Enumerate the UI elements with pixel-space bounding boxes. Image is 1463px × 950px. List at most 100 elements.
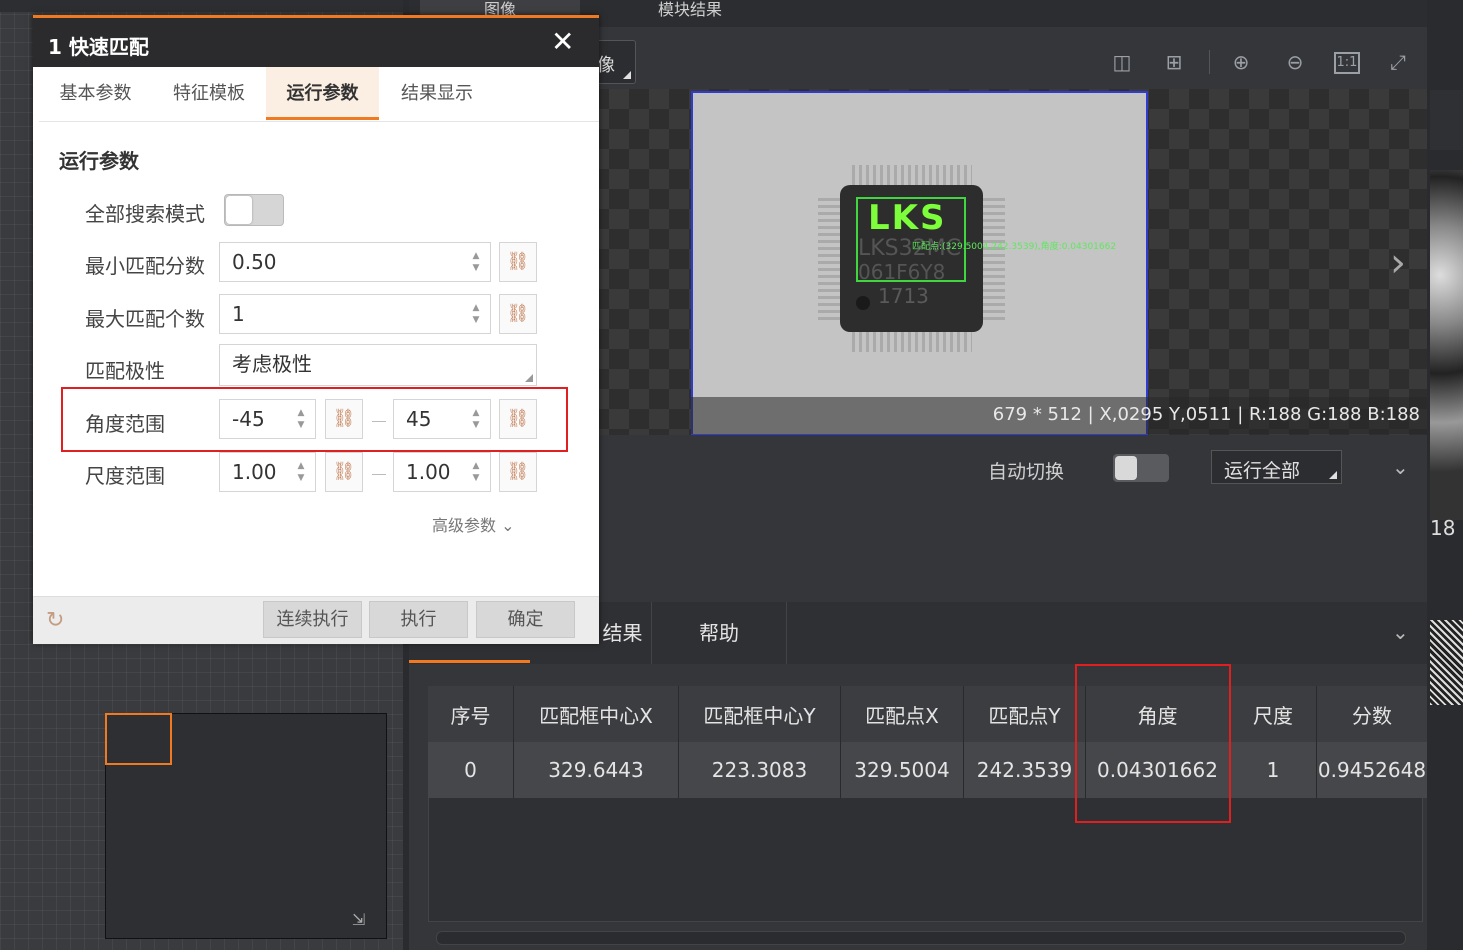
col-header[interactable]: 匹配框中心X	[513, 686, 679, 742]
minimap-viewport[interactable]	[105, 713, 172, 765]
tab-help[interactable]: 帮助	[652, 602, 787, 664]
auto-switch-toggle[interactable]	[1113, 454, 1169, 482]
dropdown-corner-icon	[623, 71, 631, 79]
col-header[interactable]: 序号	[428, 686, 514, 742]
chevron-down-icon: ⌄	[501, 516, 515, 535]
chip-marking-4: 1713	[878, 284, 929, 308]
split-view-icon[interactable]: ◫	[1108, 48, 1136, 76]
tab-help-label: 帮助	[699, 621, 739, 645]
chip-pins-top	[852, 165, 972, 185]
tab-module-results-label: 模块结果	[657, 0, 722, 19]
col-header[interactable]: 匹配框中心Y	[678, 686, 841, 742]
chevron-right-icon[interactable]: ›	[1390, 240, 1406, 286]
polarity-value: 考虑极性	[232, 352, 312, 376]
link-icon[interactable]: ⛓	[499, 452, 537, 492]
run-all-label: 运行全部	[1224, 460, 1301, 482]
min-score-label: 最小匹配分数	[85, 254, 205, 278]
tab-divider	[39, 121, 599, 122]
tab-label: 特征模板	[173, 83, 245, 104]
scale-max-input[interactable]: 1.00 ▲ ▼	[393, 452, 491, 492]
table-row[interactable]: 0 329.6443 223.3083 329.5004 242.3539 0.…	[428, 742, 1428, 798]
tab-label: 结果显示	[401, 83, 473, 104]
table-cell: 329.5004	[840, 742, 964, 798]
max-count-input[interactable]: 1 ▲ ▼	[219, 294, 491, 334]
execute-button[interactable]: 执行	[369, 601, 468, 638]
grid-view-icon[interactable]: ⊞	[1160, 48, 1188, 76]
resize-icon[interactable]: ⇲	[352, 910, 372, 930]
max-count-label: 最大匹配个数	[85, 307, 205, 331]
zoom-in-icon[interactable]: ⊕	[1227, 48, 1255, 76]
match-overlay-label: 匹配点:(329.5004,242.3539),角度:0.04301662	[912, 242, 1117, 252]
result-table: 序号 匹配框中心X 匹配框中心Y 匹配点X 匹配点Y 角度 尺度 分数 0 32…	[428, 686, 1428, 798]
actual-size-icon[interactable]: 1:1	[1334, 52, 1360, 74]
link-icon[interactable]: ⛓	[325, 452, 363, 492]
scale-min-input[interactable]: 1.00 ▲ ▼	[219, 452, 316, 492]
tab-label: 运行参数	[286, 83, 359, 104]
spinner-icon[interactable]: ▲ ▼	[471, 460, 481, 484]
tab-result-display[interactable]: 结果显示	[379, 67, 495, 121]
left-top-bar	[0, 0, 403, 12]
active-tab-underline	[266, 117, 379, 120]
refresh-icon[interactable]: ↻	[46, 608, 64, 633]
tab-run-params[interactable]: 运行参数	[266, 67, 379, 121]
tab-feature-template[interactable]: 特征模板	[152, 67, 266, 121]
chevron-down-icon[interactable]: ⌄	[1392, 455, 1409, 479]
section-title: 运行参数	[59, 149, 139, 173]
spinner-icon[interactable]: ▲ ▼	[471, 302, 481, 326]
fit-window-icon[interactable]: ⤢	[1384, 48, 1412, 76]
tab-basic-params[interactable]: 基本参数	[39, 67, 152, 121]
advanced-params-label: 高级参数	[432, 516, 497, 535]
tab-results-label: 结果	[602, 621, 643, 645]
polarity-select[interactable]: 考虑极性	[219, 344, 537, 386]
col-header[interactable]: 匹配点Y	[963, 686, 1086, 742]
image-source-label: 像	[597, 55, 615, 76]
search-all-label: 全部搜索模式	[85, 202, 205, 226]
col-header[interactable]: 匹配点X	[840, 686, 964, 742]
polarity-label: 匹配极性	[85, 359, 165, 383]
run-all-select[interactable]: 运行全部	[1211, 450, 1342, 484]
spinner-icon[interactable]: ▲ ▼	[471, 250, 481, 274]
search-all-toggle[interactable]	[224, 194, 284, 226]
table-cell: 0	[428, 742, 514, 798]
continuous-run-label: 连续执行	[276, 609, 349, 630]
min-score-value: 0.50	[232, 250, 277, 274]
confirm-label: 确定	[507, 609, 544, 630]
col-header[interactable]: 分数	[1316, 686, 1428, 742]
table-cell: 223.3083	[678, 742, 841, 798]
right-thumbnail-image-2[interactable]	[1430, 620, 1463, 705]
continuous-run-button[interactable]: 连续执行	[263, 601, 362, 638]
scale-min-value: 1.00	[232, 460, 277, 484]
execute-label: 执行	[400, 609, 437, 630]
scale-range-label: 尺度范围	[85, 464, 165, 488]
link-icon[interactable]: ⛓	[499, 242, 537, 282]
table-cell: 0.9452648	[1316, 742, 1428, 798]
horizontal-scrollbar[interactable]	[436, 931, 1406, 945]
table-cell: 242.3539	[963, 742, 1086, 798]
pixel-info: 679 * 512 | X,0295 Y,0511 | R:188 G:188 …	[992, 404, 1420, 425]
spinner-icon[interactable]: ▲ ▼	[296, 460, 306, 484]
link-icon[interactable]: ⛓	[499, 294, 537, 334]
advanced-params-toggle[interactable]: 高级参数 ⌄	[432, 512, 515, 536]
range-dash	[372, 474, 386, 475]
close-icon[interactable]: ✕	[551, 26, 574, 58]
highlight-angle-column	[1075, 664, 1231, 823]
max-count-value: 1	[232, 302, 245, 326]
highlight-angle-range	[61, 387, 568, 452]
right-thumbnail-number: 18	[1430, 516, 1456, 540]
confirm-button[interactable]: 确定	[476, 601, 575, 638]
right-thumbnail-image[interactable]	[1430, 170, 1463, 520]
dropdown-corner-icon	[525, 374, 533, 382]
chip-pin1-dot	[856, 296, 870, 310]
toolbar-divider	[1209, 50, 1210, 74]
table-cell: 329.6443	[513, 742, 679, 798]
table-cell: 1	[1229, 742, 1317, 798]
chip-pins-right	[983, 198, 1005, 320]
zoom-out-icon[interactable]: ⊖	[1281, 48, 1309, 76]
chevron-down-icon[interactable]: ⌄	[1392, 620, 1409, 644]
dropdown-corner-icon	[1329, 471, 1337, 479]
col-header[interactable]: 尺度	[1229, 686, 1317, 742]
auto-switch-label: 自动切换	[988, 461, 1065, 483]
tab-module-results[interactable]: 模块结果	[600, 0, 780, 27]
tab-label: 基本参数	[59, 83, 132, 104]
min-score-input[interactable]: 0.50 ▲ ▼	[219, 242, 491, 282]
